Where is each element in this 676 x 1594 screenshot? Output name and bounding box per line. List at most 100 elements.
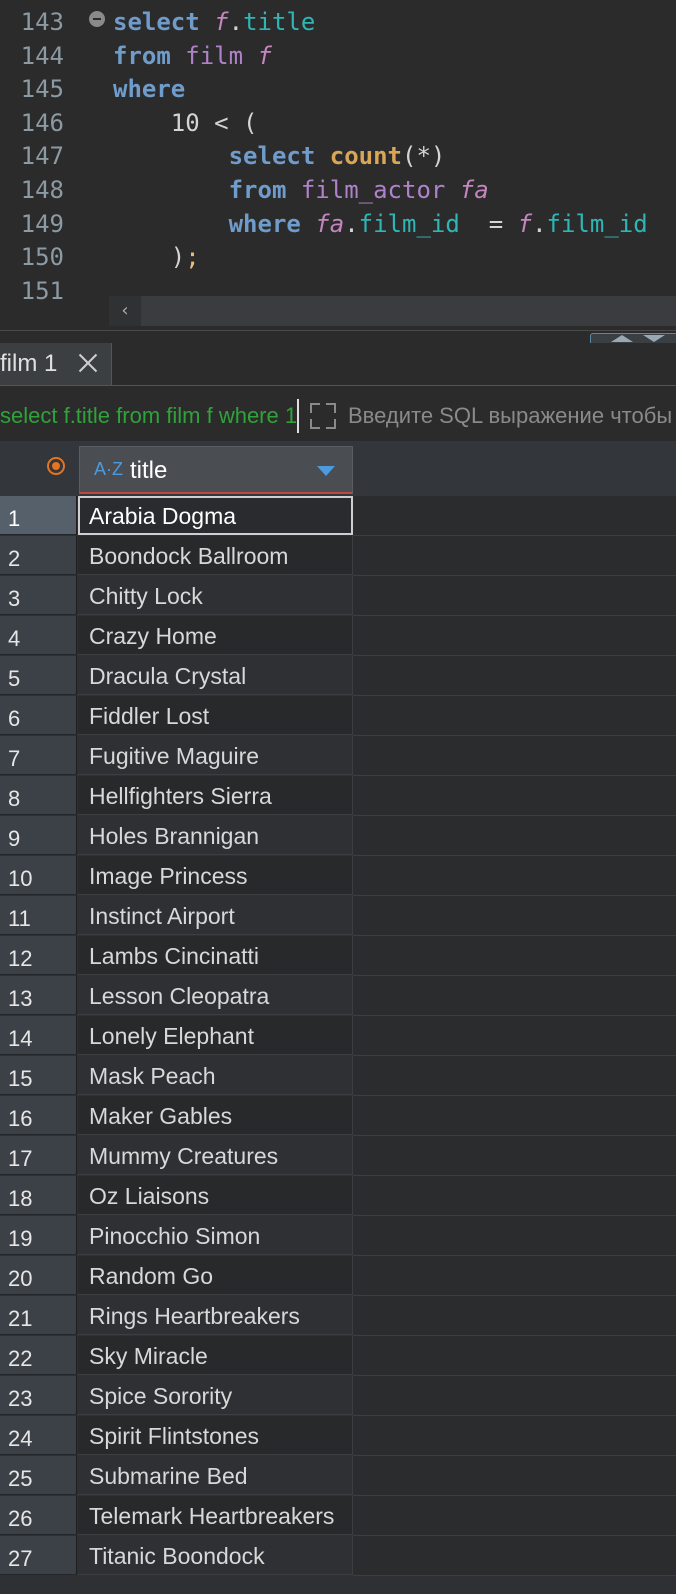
table-row[interactable]: 23 Spice Sorority: [0, 1376, 676, 1416]
table-row[interactable]: 24 Spirit Flintstones: [0, 1416, 676, 1456]
sort-desc-icon[interactable]: [317, 466, 335, 476]
code-line[interactable]: 147 select count(*): [0, 139, 676, 173]
title-cell[interactable]: Chitty Lock: [78, 576, 353, 615]
row-number[interactable]: 1: [0, 496, 77, 535]
table-row[interactable]: 17 Mummy Creatures: [0, 1136, 676, 1176]
title-cell[interactable]: Maker Gables: [78, 1096, 353, 1135]
code-line[interactable]: 146 10 < (: [0, 106, 676, 140]
title-cell[interactable]: Fiddler Lost: [78, 696, 353, 735]
table-row[interactable]: 11 Instinct Airport: [0, 896, 676, 936]
row-number[interactable]: 6: [0, 696, 77, 735]
filter-input[interactable]: Введите SQL выражение чтобы отфильтроват…: [348, 397, 676, 435]
title-cell[interactable]: Titanic Boondock: [78, 1536, 353, 1575]
title-cell[interactable]: Lesson Cleopatra: [78, 976, 353, 1015]
title-cell[interactable]: Boondock Ballroom: [78, 536, 353, 575]
table-row[interactable]: 26 Telemark Heartbreakers: [0, 1496, 676, 1536]
row-number[interactable]: 24: [0, 1416, 77, 1455]
scroll-left-arrow-icon[interactable]: ‹: [109, 296, 141, 326]
title-cell[interactable]: Hellfighters Sierra: [78, 776, 353, 815]
title-cell[interactable]: Spice Sorority: [78, 1376, 353, 1415]
column-header-title[interactable]: A·Z title: [79, 446, 353, 494]
close-icon[interactable]: [78, 353, 98, 373]
title-cell[interactable]: Instinct Airport: [78, 896, 353, 935]
table-row[interactable]: 10 Image Princess: [0, 856, 676, 896]
table-row[interactable]: 20 Random Go: [0, 1256, 676, 1296]
title-cell[interactable]: Lonely Elephant: [78, 1016, 353, 1055]
sql-editor[interactable]: 143 select f.title 144 from film f 145 where 1…: [0, 0, 676, 330]
row-number[interactable]: 14: [0, 1016, 77, 1055]
row-number[interactable]: 9: [0, 816, 77, 855]
title-cell[interactable]: Holes Brannigan: [78, 816, 353, 855]
title-cell[interactable]: Sky Miracle: [78, 1336, 353, 1375]
code-line[interactable]: 148 from film_actor fa: [0, 173, 676, 207]
row-number[interactable]: 22: [0, 1336, 77, 1375]
code-line[interactable]: 149 where fa.film_id = f.film_id: [0, 207, 676, 241]
title-cell[interactable]: Mummy Creatures: [78, 1136, 353, 1175]
row-number[interactable]: 5: [0, 656, 77, 695]
row-number[interactable]: 26: [0, 1496, 77, 1535]
table-row[interactable]: 22 Sky Miracle: [0, 1336, 676, 1376]
code-line[interactable]: 145 where: [0, 72, 676, 106]
title-cell[interactable]: Dracula Crystal: [78, 656, 353, 695]
row-number[interactable]: 23: [0, 1376, 77, 1415]
title-cell[interactable]: Mask Peach: [78, 1056, 353, 1095]
row-number[interactable]: 20: [0, 1256, 77, 1295]
table-row[interactable]: 12 Lambs Cincinatti: [0, 936, 676, 976]
row-number[interactable]: 8: [0, 776, 77, 815]
table-row[interactable]: 8 Hellfighters Sierra: [0, 776, 676, 816]
row-number[interactable]: 27: [0, 1536, 77, 1575]
row-number[interactable]: 25: [0, 1456, 77, 1495]
editor-horizontal-scrollbar[interactable]: ‹: [109, 296, 676, 326]
restore-down-icon[interactable]: [643, 335, 665, 342]
code-line[interactable]: 150 );: [0, 240, 676, 274]
table-row[interactable]: 5 Dracula Crystal: [0, 656, 676, 696]
expand-icon[interactable]: [308, 401, 338, 431]
title-cell[interactable]: Crazy Home: [78, 616, 353, 655]
title-cell[interactable]: Arabia Dogma: [78, 496, 353, 535]
row-number[interactable]: 12: [0, 936, 77, 975]
row-number[interactable]: 4: [0, 616, 77, 655]
row-number[interactable]: 16: [0, 1096, 77, 1135]
row-number[interactable]: 3: [0, 576, 77, 615]
title-cell[interactable]: Telemark Heartbreakers: [78, 1496, 353, 1535]
title-cell[interactable]: Submarine Bed: [78, 1456, 353, 1495]
code-line[interactable]: 143 select f.title: [0, 5, 676, 39]
panel-splitter[interactable]: [0, 330, 676, 343]
table-row[interactable]: 3 Chitty Lock: [0, 576, 676, 616]
title-cell[interactable]: Image Princess: [78, 856, 353, 895]
query-text[interactable]: select f.title from film f where 10 < (: [0, 397, 296, 435]
table-row[interactable]: 21 Rings Heartbreakers: [0, 1296, 676, 1336]
table-row[interactable]: 7 Fugitive Maguire: [0, 736, 676, 776]
table-row[interactable]: 19 Pinocchio Simon: [0, 1216, 676, 1256]
title-cell[interactable]: Random Go: [78, 1256, 353, 1295]
row-number[interactable]: 10: [0, 856, 77, 895]
title-cell[interactable]: Rings Heartbreakers: [78, 1296, 353, 1335]
row-number[interactable]: 21: [0, 1296, 77, 1335]
title-cell[interactable]: Pinocchio Simon: [78, 1216, 353, 1255]
row-number[interactable]: 7: [0, 736, 77, 775]
table-row[interactable]: 14 Lonely Elephant: [0, 1016, 676, 1056]
table-row[interactable]: 9 Holes Brannigan: [0, 816, 676, 856]
row-number[interactable]: 2: [0, 536, 77, 575]
row-number[interactable]: 13: [0, 976, 77, 1015]
maximize-up-icon[interactable]: [611, 335, 633, 342]
table-row[interactable]: 2 Boondock Ballroom: [0, 536, 676, 576]
title-cell[interactable]: Lambs Cincinatti: [78, 936, 353, 975]
row-number[interactable]: 15: [0, 1056, 77, 1095]
title-cell[interactable]: Fugitive Maguire: [78, 736, 353, 775]
row-number[interactable]: 18: [0, 1176, 77, 1215]
table-row[interactable]: 6 Fiddler Lost: [0, 696, 676, 736]
table-row[interactable]: 13 Lesson Cleopatra: [0, 976, 676, 1016]
row-number[interactable]: 19: [0, 1216, 77, 1255]
title-cell[interactable]: Spirit Flintstones: [78, 1416, 353, 1455]
record-indicator-icon[interactable]: [47, 457, 65, 475]
row-number[interactable]: 17: [0, 1136, 77, 1175]
table-row[interactable]: 1 Arabia Dogma: [0, 496, 676, 536]
tab-film-1[interactable]: film 1: [0, 343, 112, 385]
table-row[interactable]: 4 Crazy Home: [0, 616, 676, 656]
table-row[interactable]: 27 Titanic Boondock: [0, 1536, 676, 1576]
row-number[interactable]: 11: [0, 896, 77, 935]
table-row[interactable]: 16 Maker Gables: [0, 1096, 676, 1136]
table-row[interactable]: 15 Mask Peach: [0, 1056, 676, 1096]
code-line[interactable]: 144 from film f: [0, 39, 676, 73]
